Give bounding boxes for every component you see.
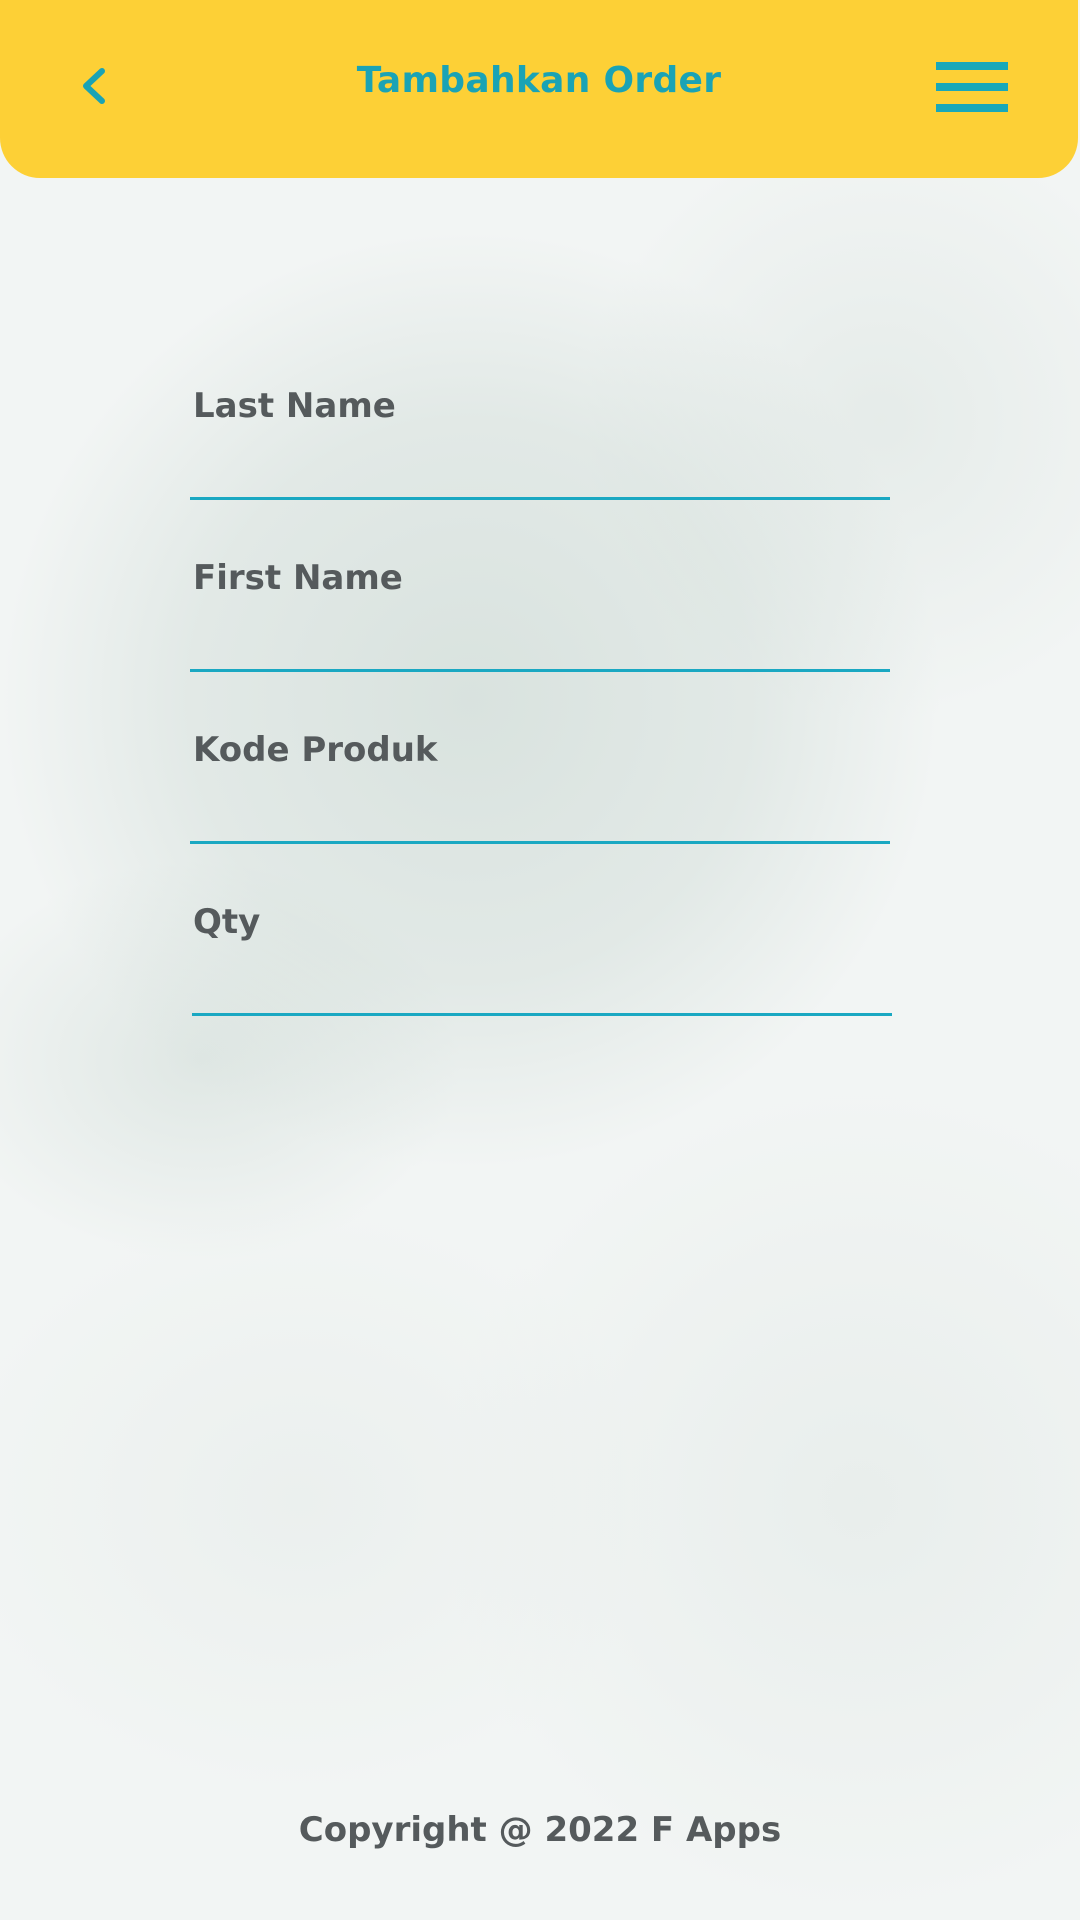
first-name-label: First Name <box>193 558 403 598</box>
qty-field: Qty <box>190 886 892 1058</box>
product-code-label: Kode Produk <box>193 730 438 770</box>
product-code-field: Kode Produk <box>190 714 890 886</box>
copyright-text: Copyright @ 2022 F Apps <box>298 1810 782 1850</box>
last-name-field: Last Name <box>190 370 890 542</box>
last-name-input[interactable] <box>190 440 890 500</box>
first-name-input[interactable] <box>190 612 890 672</box>
qty-label: Qty <box>193 902 261 942</box>
page-title: Tambahkan Order <box>356 60 722 101</box>
first-name-field: First Name <box>190 542 890 714</box>
last-name-label: Last Name <box>193 386 396 426</box>
qty-input[interactable] <box>192 956 892 1016</box>
menu-button[interactable] <box>936 62 1008 112</box>
app-header: Tambahkan Order <box>0 0 1078 178</box>
back-button[interactable] <box>64 56 124 116</box>
order-form: Last Name First Name Kode Produk Qty <box>190 370 892 1058</box>
product-code-input[interactable] <box>190 784 890 844</box>
chevron-left-icon <box>83 68 105 104</box>
